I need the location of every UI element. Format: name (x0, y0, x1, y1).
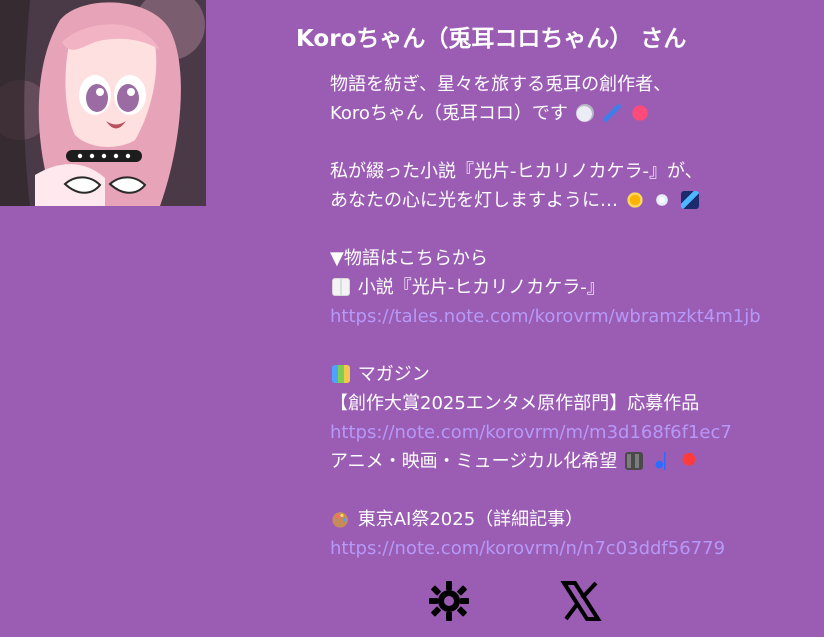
bio-text: あなたの心に光を灯しますように… (330, 190, 618, 211)
avatar (0, 0, 206, 206)
bio-line: あなたの心に光を灯しますように… (330, 186, 820, 215)
bio-line: 物語を紡ぎ、星々を旅する兎耳の創作者、 (330, 70, 820, 99)
tokyo-label: 東京AI祭2025（詳細記事） (357, 509, 584, 530)
magazine-row: マガジン (330, 360, 820, 389)
x-logo-icon (560, 581, 602, 621)
snowflake-icon (653, 191, 672, 209)
magazine-award-row: 【創作大賞2025エンタメ原作部門】応募作品 (330, 389, 820, 418)
story-link-row: https://tales.note.com/korovrm/wbramzkt4… (330, 302, 820, 331)
magazine-award: 【創作大賞2025エンタメ原作部門】応募作品 (330, 393, 700, 414)
story-row: 小説『光片-ヒカリノカケラ-』 (330, 273, 820, 302)
tokyo-link[interactable]: https://note.com/korovrm/n/n7c03ddf56779 (330, 538, 725, 559)
magazine-label: マガジン (357, 364, 430, 385)
section-heading: ▼物語はこちらから (330, 244, 820, 273)
tokyo-row: 東京AI祭2025（詳細記事） (330, 505, 820, 534)
magazine-note-row: アニメ・映画・ミュージカル化希望 (330, 447, 820, 476)
palette-icon (332, 510, 350, 528)
magazine-link-row: https://note.com/korovrm/m/m3d168f6f1ec7 (330, 418, 820, 447)
heart-icon (631, 104, 650, 122)
gear-icon (429, 581, 469, 621)
bio-text: 物語を紡ぎ、星々を旅する兎耳の創作者、 (330, 74, 672, 95)
footer-icons (0, 578, 824, 628)
bio-text: Koroちゃん（兎耳コロ）です (330, 103, 568, 124)
open-book-icon (332, 278, 350, 296)
magazine-link[interactable]: https://note.com/korovrm/m/m3d168f6f1ec7 (330, 422, 732, 443)
comet-icon (681, 191, 700, 209)
story-link[interactable]: https://tales.note.com/korovrm/wbramzkt4… (330, 306, 761, 327)
bio-line: 私が綴った小説『光片-ヒカリノカケラ-』が、 (330, 157, 820, 186)
story-heading: ▼物語はこちらから (330, 248, 488, 269)
tokyo-link-row: https://note.com/korovrm/n/n7c03ddf56779 (330, 534, 820, 563)
rabbit-icon (575, 104, 594, 122)
magazine-note: アニメ・映画・ミュージカル化希望 (330, 451, 618, 472)
dancer-icon (680, 452, 699, 470)
page-title: Koroちゃん（兎耳コロちゃん） さん (296, 26, 687, 52)
profile-bio: 物語を紡ぎ、星々を旅する兎耳の創作者、 Koroちゃん（兎耳コロ）です 私が綴っ… (330, 70, 820, 563)
anime-girl-avatar (0, 0, 206, 206)
film-icon (625, 452, 644, 470)
sun-icon (625, 191, 644, 209)
books-icon (332, 365, 350, 383)
settings-button[interactable] (426, 578, 472, 624)
pen-icon (603, 104, 622, 122)
music-note-icon (652, 452, 671, 470)
bio-text: 私が綴った小説『光片-ヒカリノカケラ-』が、 (330, 161, 703, 182)
x-button[interactable] (558, 578, 604, 624)
story-label: 小説『光片-ヒカリノカケラ-』 (357, 277, 605, 298)
bio-line: Koroちゃん（兎耳コロ）です (330, 99, 820, 128)
